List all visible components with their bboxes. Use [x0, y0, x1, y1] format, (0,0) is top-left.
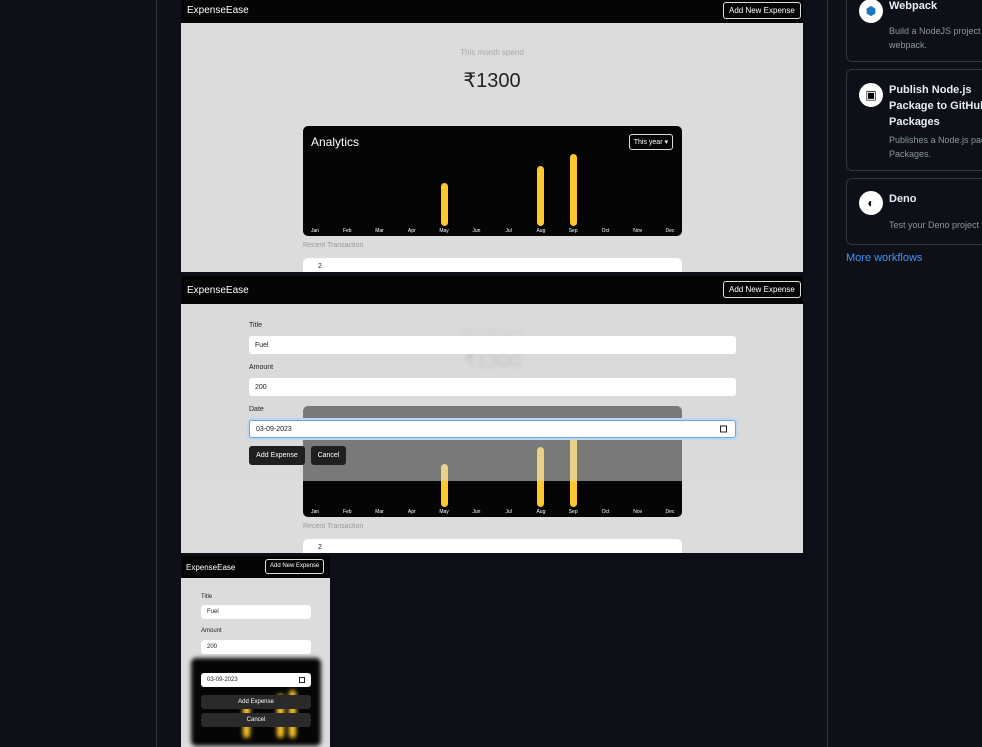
screenshot-form-mobile: ExpenseEase Add New Expense Title Fuel A… — [181, 556, 330, 747]
add-new-expense-button[interactable]: Add New Expense — [723, 281, 801, 298]
month-tick-label: Aug — [536, 228, 546, 234]
workflow-desc: Publishes a Node.js pac — [889, 135, 982, 145]
amount-input[interactable]: 200 — [201, 640, 311, 654]
cancel-button[interactable]: Cancel — [311, 446, 346, 465]
workflow-desc: Packages. — [889, 149, 932, 159]
amount-label: Amount — [201, 628, 222, 634]
month-tick-label: Apr — [407, 509, 416, 515]
navbar: ExpenseEase Add New Expense — [181, 556, 330, 578]
date-value: 03-09-2023 — [207, 677, 238, 683]
month-tick-label: Feb — [342, 509, 352, 515]
month-tick-label: Jul — [505, 228, 512, 234]
date-value: 03-09-2023 — [256, 425, 292, 433]
webpack-icon: ⬢ — [859, 0, 883, 23]
date-input[interactable]: 03-09-2023 — [201, 673, 311, 687]
month-tick-label: Nov — [633, 228, 643, 234]
month-tick-label: Dec — [665, 509, 675, 515]
month-tick-label: Mar — [375, 509, 384, 515]
month-tick-label: Jul — [505, 509, 512, 515]
add-new-expense-button[interactable]: Add New Expense — [723, 2, 801, 19]
brand-logo[interactable]: ExpenseEase — [187, 285, 249, 296]
month-tick-label: Sep — [568, 509, 578, 515]
spend-value: ₹1300 — [463, 70, 521, 92]
add-expense-button[interactable]: Add Expense — [249, 446, 305, 465]
title-label: Title — [201, 594, 213, 600]
title-input[interactable]: Fuel — [249, 336, 736, 354]
add-new-expense-button[interactable]: Add New Expense — [265, 559, 325, 574]
spend-label: This month spend — [460, 48, 524, 57]
chart-bar — [440, 182, 448, 226]
screenshot-home: ExpenseEase Add New Expense This month s… — [181, 0, 803, 272]
workflow-title: Publish Node.js — [889, 84, 972, 96]
date-input[interactable]: 03-09-2023 — [249, 420, 736, 438]
more-workflows-link[interactable]: More workflows — [846, 252, 922, 264]
month-tick-label: Oct — [601, 509, 610, 515]
date-label: Date — [249, 406, 264, 413]
transaction-number: 2 — [318, 263, 322, 270]
cancel-button[interactable]: Cancel — [201, 713, 311, 727]
workflow-title: Packages — [889, 116, 940, 128]
workflow-card-publish-nodejs[interactable]: ▣ Publish Node.js Package to GitHub Pack… — [846, 69, 982, 171]
title-label: Title — [249, 322, 262, 329]
transaction-item[interactable]: 2 — [303, 539, 682, 553]
workflow-title: Deno — [889, 193, 917, 205]
analytics-card: Analytics This year ▾ Jan Feb Mar Apr May Jun… — [303, 126, 682, 236]
chart-bar — [569, 154, 577, 226]
period-label: This year — [633, 139, 663, 146]
month-tick-label: May — [439, 228, 449, 234]
transaction-number: 2 — [318, 544, 322, 551]
month-tick-label: Mar — [375, 228, 384, 234]
calendar-icon[interactable] — [299, 677, 305, 683]
amount-label: Amount — [249, 364, 274, 371]
month-tick-label: Jun — [472, 509, 481, 515]
month-tick-label: Dec — [665, 228, 675, 234]
title-input[interactable]: Fuel — [201, 605, 311, 619]
deno-icon: ◐ — [859, 191, 883, 215]
month-tick-label: Aug — [536, 509, 546, 515]
month-tick-label: Oct — [601, 228, 610, 234]
workflow-title: Webpack — [889, 0, 938, 12]
package-icon: ▣ — [859, 83, 883, 107]
brand-logo[interactable]: ExpenseEase — [186, 563, 235, 572]
month-tick-label: Nov — [633, 509, 643, 515]
workflow-desc: Build a NodeJS project w — [889, 26, 982, 36]
brand-logo[interactable]: ExpenseEase — [187, 5, 249, 16]
navbar: ExpenseEase Add New Expense — [181, 0, 803, 23]
chart-bar — [537, 165, 545, 226]
workflow-card-deno[interactable]: ◐ Deno Test your Deno project — [846, 178, 982, 245]
add-expense-button[interactable]: Add Expense — [201, 695, 311, 709]
calendar-icon[interactable] — [720, 425, 727, 433]
recent-transaction-label: Recent Transaction — [303, 523, 364, 530]
month-tick-label: Jun — [472, 228, 481, 234]
month-tick-label: Jan — [310, 509, 320, 515]
amount-input[interactable]: 200 — [249, 378, 736, 396]
period-dropdown[interactable]: This year ▾ — [628, 134, 673, 150]
right-divider — [827, 0, 828, 747]
workflow-desc: webpack. — [889, 40, 928, 50]
month-tick-label: May — [439, 509, 449, 515]
workflow-card-webpack[interactable]: ⬢ Webpack Build a NodeJS project w webpa… — [846, 0, 982, 62]
month-tick-label: Jan — [310, 228, 320, 234]
transaction-item[interactable]: 2 — [303, 258, 682, 272]
analytics-title: Analytics — [311, 135, 360, 149]
month-tick-label: Feb — [342, 228, 352, 234]
navbar: ExpenseEase Add New Expense — [181, 276, 803, 304]
recent-transaction-label: Recent Transaction — [303, 242, 364, 249]
left-divider — [156, 0, 157, 747]
month-tick-label: Sep — [568, 228, 578, 234]
workflow-title: Package to GitHub — [889, 100, 982, 112]
screenshot-form-desktop: ExpenseEase Add New Expense This month s… — [181, 276, 803, 553]
workflow-desc: Test your Deno project — [889, 220, 980, 230]
month-tick-label: Apr — [407, 228, 416, 234]
